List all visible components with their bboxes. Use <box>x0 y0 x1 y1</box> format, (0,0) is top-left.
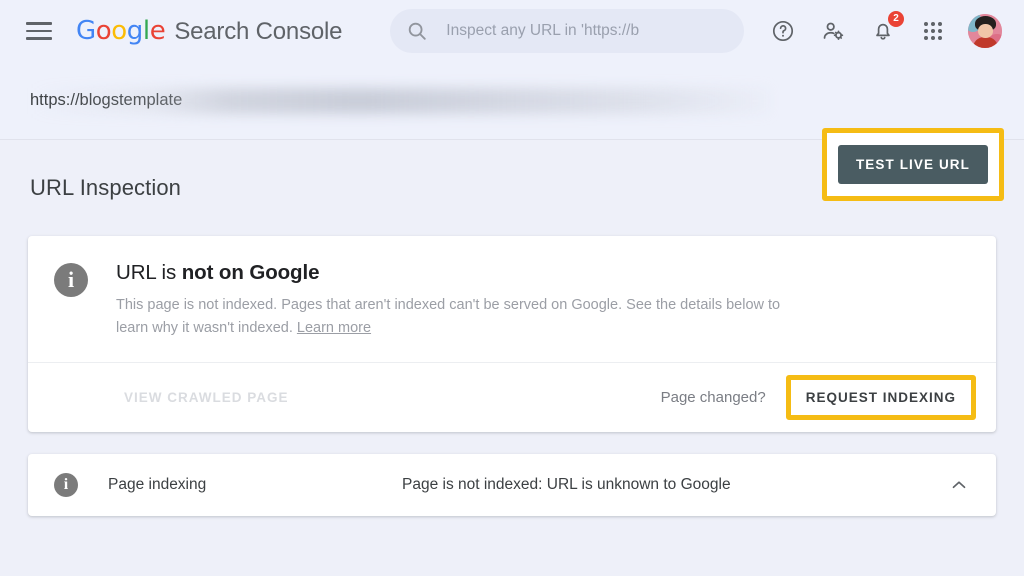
hamburger-line <box>26 22 52 25</box>
google-wordmark: Google <box>76 16 166 46</box>
brand-logo[interactable]: Google Search Console <box>76 16 342 46</box>
page-title: URL Inspection <box>30 175 181 200</box>
hamburger-line <box>26 37 52 40</box>
logo-letter-g2: g <box>126 16 144 46</box>
test-live-url-button[interactable]: TEST LIVE URL <box>837 145 988 184</box>
apps-grid-icon[interactable] <box>918 16 948 46</box>
page-indexing-row[interactable]: i Page indexing Page is not indexed: URL… <box>28 454 996 516</box>
property-url-visible: https://blogstemplate <box>30 91 183 109</box>
url-status-title-prefix: URL is <box>116 261 182 284</box>
url-status-body: i URL is not on Google This page is not … <box>28 236 996 362</box>
page-header: URL Inspection TEST LIVE URL <box>0 128 1024 236</box>
header-actions: 2 <box>768 11 1006 48</box>
avatar[interactable] <box>968 14 1002 48</box>
notifications-bell-icon[interactable]: 2 <box>868 11 904 46</box>
view-crawled-page-button[interactable]: VIEW CRAWLED PAGE <box>54 390 289 405</box>
info-icon: i <box>54 263 88 297</box>
product-name: Search Console <box>174 18 343 45</box>
search-input[interactable]: Inspect any URL in 'https://b <box>390 9 745 53</box>
url-status-description: This page is not indexed. Pages that are… <box>116 294 786 340</box>
apps-grid-dots <box>924 22 942 40</box>
hamburger-line <box>26 29 52 33</box>
logo-letter-o2: o <box>111 16 127 46</box>
chevron-up-icon[interactable] <box>948 474 970 496</box>
avatar-face <box>978 24 993 38</box>
search-icon <box>406 20 428 42</box>
hamburger-menu-icon[interactable] <box>26 20 52 42</box>
page-indexing-card: i Page indexing Page is not indexed: URL… <box>28 454 996 516</box>
url-status-title: URL is not on Google <box>116 261 786 285</box>
page-changed-label: Page changed? <box>660 389 766 406</box>
url-status-title-emphasis: not on Google <box>181 261 320 284</box>
notification-badge: 2 <box>888 11 904 27</box>
help-icon[interactable] <box>768 16 798 46</box>
footer-right-actions: Page changed? REQUEST INDEXING <box>660 375 976 420</box>
url-status-text: URL is not on Google This page is not in… <box>116 260 786 340</box>
test-live-url-highlight: TEST LIVE URL <box>821 128 1004 201</box>
page-indexing-status: Page is not indexed: URL is unknown to G… <box>402 476 731 493</box>
info-icon: i <box>54 473 78 497</box>
app-header: Google Search Console Inspect any URL in… <box>0 0 1024 62</box>
main-content: i URL is not on Google This page is not … <box>0 236 1024 516</box>
logo-letter-l: l <box>142 16 150 46</box>
request-indexing-highlight: REQUEST INDEXING <box>785 375 976 420</box>
page-indexing-label: Page indexing <box>108 476 207 493</box>
logo-letter-o1: o <box>95 16 112 46</box>
url-status-footer: VIEW CRAWLED PAGE Page changed? REQUEST … <box>28 362 996 432</box>
search-placeholder: Inspect any URL in 'https://b <box>446 22 640 39</box>
url-status-card: i URL is not on Google This page is not … <box>28 236 996 432</box>
request-indexing-button[interactable]: REQUEST INDEXING <box>796 386 966 409</box>
account-settings-icon[interactable] <box>818 16 848 46</box>
logo-letter-g: G <box>76 16 96 46</box>
property-url-text: https://blogstemplate <box>30 91 182 110</box>
url-status-description-text: This page is not indexed. Pages that are… <box>116 297 781 336</box>
logo-letter-e: e <box>149 16 166 46</box>
learn-more-link[interactable]: Learn more <box>297 320 371 336</box>
